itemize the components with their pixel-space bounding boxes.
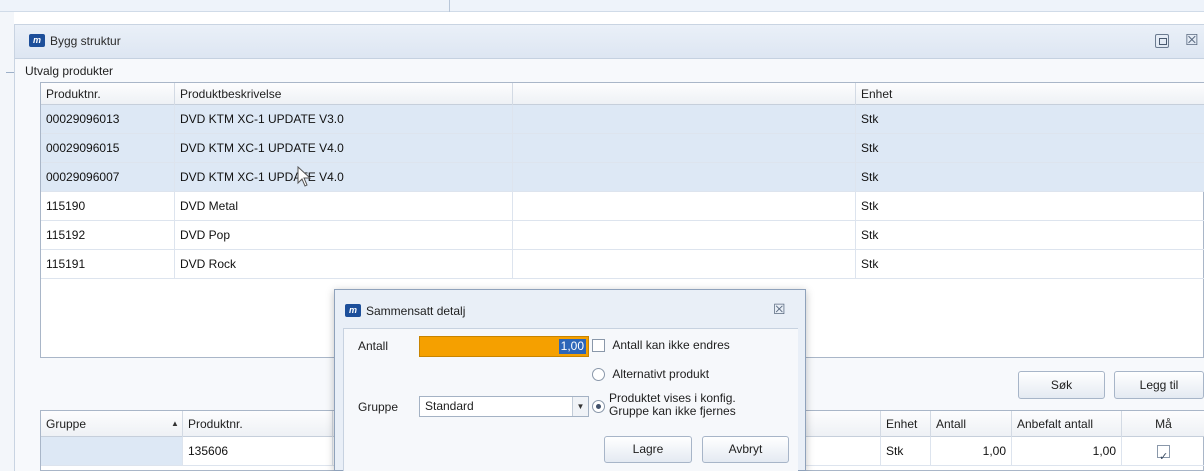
cancel-button[interactable]: Avbryt: [702, 436, 789, 463]
section-label: Utvalg produkter: [25, 64, 114, 78]
close-icon[interactable]: ☒: [1185, 31, 1198, 49]
table-row[interactable]: 00029096015 DVD KTM XC-1 UPDATE V4.0 Stk: [41, 134, 1204, 163]
cell-blank: [513, 134, 856, 162]
cell-blank: [513, 105, 856, 133]
cell-enhet: Stk: [881, 437, 931, 465]
column-header-maa[interactable]: Må: [1122, 411, 1204, 437]
table-row[interactable]: 115191 DVD Rock Stk: [41, 250, 1204, 279]
maa-checkbox[interactable]: [1157, 443, 1170, 471]
dropdown-arrow-icon[interactable]: ▼: [572, 397, 588, 416]
konfig-label-line2: Gruppe kan ikke fjernes: [609, 404, 736, 418]
alternativ-radio[interactable]: [592, 368, 605, 382]
column-header-antall[interactable]: Antall: [931, 411, 1012, 437]
window-titlebar: m Bygg struktur ☒: [15, 25, 1204, 59]
add-button[interactable]: Legg til: [1114, 371, 1204, 399]
column-header-gruppe[interactable]: Gruppe ▲: [41, 411, 183, 437]
column-header-produktnr[interactable]: Produktnr.: [41, 83, 175, 105]
mouse-cursor-icon: [297, 166, 312, 187]
dialog-title: Sammensatt detalj: [366, 304, 466, 318]
cell-enhet: Stk: [861, 141, 879, 155]
cell-enhet: Stk: [861, 112, 879, 126]
restore-icon[interactable]: [1155, 34, 1169, 48]
cell-beskrivelse: DVD KTM XC-1 UPDATE V3.0: [175, 105, 513, 133]
cell-enhet: Stk: [861, 257, 879, 271]
search-button[interactable]: Søk: [1018, 371, 1105, 399]
cell-beskrivelse: DVD Rock: [175, 250, 513, 278]
cell-beskrivelse: DVD KTM XC-1 UPDATE V4.0: [175, 163, 513, 191]
close-icon[interactable]: ☒: [773, 301, 786, 318]
cell-produktnr: 00029096007: [41, 163, 175, 191]
cell-produktnr: 115191: [41, 250, 175, 278]
konfig-radio[interactable]: [592, 400, 605, 413]
cell-anbefalt-antall: 1,00: [1012, 437, 1122, 465]
antall-input[interactable]: 1,00: [419, 336, 589, 357]
cell-produktnr: 135606: [183, 437, 333, 465]
cell-produktnr: 00029096015: [41, 134, 175, 162]
antall-label: Antall: [358, 339, 389, 353]
cell-blank: [513, 192, 856, 220]
app-logo-icon: m: [345, 304, 361, 317]
cell-beskrivelse: DVD Metal: [175, 192, 513, 220]
column-header-produktnr[interactable]: Produktnr.: [183, 411, 333, 437]
column-header-enhet[interactable]: Enhet: [881, 411, 931, 437]
konfig-label: Produktet vises i konfig. Gruppe kan ikk…: [609, 392, 779, 418]
antall-fixed-label: Antall kan ikke endres: [612, 338, 730, 352]
save-button[interactable]: Lagre: [604, 436, 692, 463]
toolbar-separator: [449, 0, 450, 12]
table-row[interactable]: 115192 DVD Pop Stk: [41, 221, 1204, 250]
cell-maa: [1122, 437, 1204, 471]
column-header-produktbeskrivelse[interactable]: Produktbeskrivelse: [175, 83, 513, 105]
sammensatt-detalj-dialog: m Sammensatt detalj ☒ Antall 1,00 Antall…: [334, 289, 806, 471]
alternativ-label: Alternativt produkt: [612, 367, 710, 381]
column-header-label: Gruppe: [46, 417, 87, 431]
app-logo-icon: m: [29, 34, 45, 47]
cell-gruppe: [41, 437, 183, 465]
cell-antall: 1,00: [931, 437, 1012, 465]
dialog-body: Antall 1,00 Antall kan ikke endres Alter…: [343, 328, 798, 471]
background-app-toolbar: [0, 0, 1204, 12]
antall-value: 1,00: [558, 339, 586, 354]
table-row[interactable]: 00029096007 DVD KTM XC-1 UPDATE V4.0 Stk: [41, 163, 1204, 192]
cell-blank: [513, 163, 856, 191]
column-header-anbefalt-antall[interactable]: Anbefalt antall: [1012, 411, 1122, 437]
cell-beskrivelse: DVD Pop: [175, 221, 513, 249]
cell-produktnr: 115190: [41, 192, 175, 220]
cell-enhet: Stk: [861, 228, 879, 242]
cell-enhet: Stk: [861, 199, 879, 213]
grid-header: Produktnr. Produktbeskrivelse Enhet: [41, 83, 1204, 105]
antall-fixed-option[interactable]: Antall kan ikke endres: [592, 338, 730, 353]
sidebar-tick: [6, 72, 14, 73]
column-header-enhet[interactable]: Enhet: [856, 83, 1204, 105]
cell-blank: [513, 250, 856, 278]
cell-produktnr: 115192: [41, 221, 175, 249]
background-app-sidebar: [0, 12, 14, 471]
gruppe-value: Standard: [425, 399, 474, 413]
cell-enhet: Stk: [861, 170, 879, 184]
table-row[interactable]: 115190 DVD Metal Stk: [41, 192, 1204, 221]
cell-blank: [513, 221, 856, 249]
gruppe-select[interactable]: Standard ▼: [419, 396, 589, 417]
table-row[interactable]: 00029096013 DVD KTM XC-1 UPDATE V3.0 Stk: [41, 105, 1204, 134]
sort-ascending-icon: ▲: [171, 419, 179, 428]
column-header-blank[interactable]: [513, 83, 856, 105]
cell-beskrivelse: DVD KTM XC-1 UPDATE V4.0: [175, 134, 513, 162]
alternativ-option[interactable]: Alternativt produkt: [592, 367, 710, 382]
cell-produktnr: 00029096013: [41, 105, 175, 133]
window-title: Bygg struktur: [50, 34, 121, 48]
gruppe-label: Gruppe: [358, 400, 399, 414]
antall-fixed-checkbox[interactable]: [592, 339, 605, 353]
